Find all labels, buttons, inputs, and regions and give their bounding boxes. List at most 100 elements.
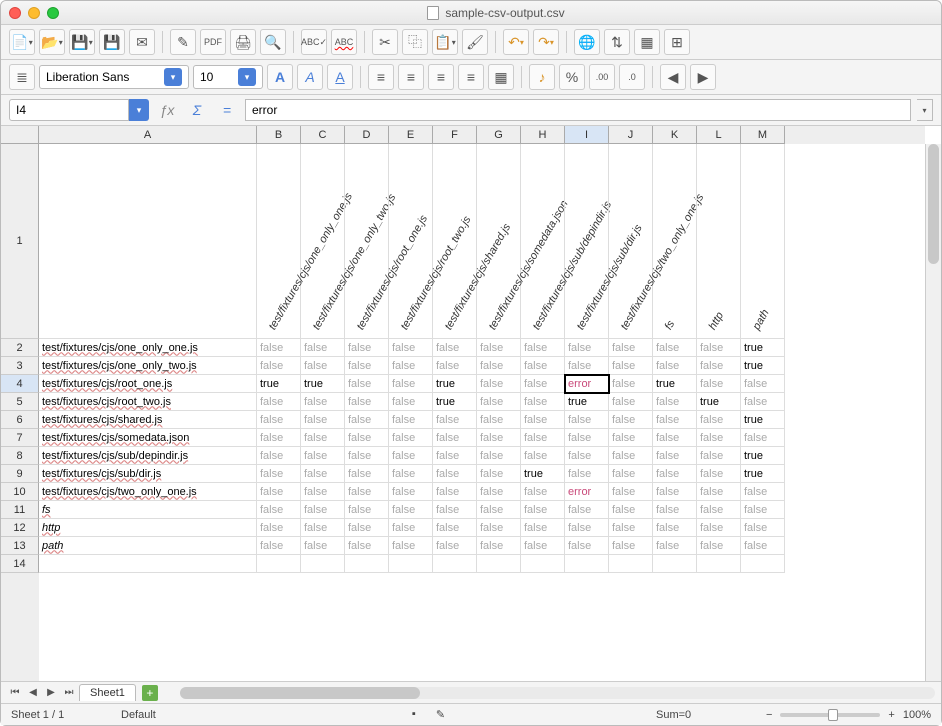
cell-H12[interactable]: false xyxy=(521,519,565,537)
cell-B14[interactable] xyxy=(257,555,301,573)
sort-button[interactable]: ⇅ xyxy=(604,29,630,55)
cell-D7[interactable]: false xyxy=(345,429,389,447)
font-name-combo[interactable]: Liberation Sans ▾ xyxy=(39,65,189,89)
cell-F14[interactable] xyxy=(433,555,477,573)
cell-J7[interactable]: false xyxy=(609,429,653,447)
spellcheck-button[interactable]: ABC✓ xyxy=(301,29,327,55)
cell-H11[interactable]: false xyxy=(521,501,565,519)
minimize-window-button[interactable] xyxy=(28,7,40,19)
cell-F9[interactable]: false xyxy=(433,465,477,483)
cell-J1[interactable]: test/fixtures/cjs/two_only_one.js xyxy=(609,144,653,339)
cell-E12[interactable]: false xyxy=(389,519,433,537)
column-header-H[interactable]: H xyxy=(521,126,565,144)
cell-D9[interactable]: false xyxy=(345,465,389,483)
cell-J5[interactable]: false xyxy=(609,393,653,411)
cell-I10[interactable]: error xyxy=(565,483,609,501)
cell-E10[interactable]: false xyxy=(389,483,433,501)
cell-I5[interactable]: true xyxy=(565,393,609,411)
cell-H4[interactable]: false xyxy=(521,375,565,393)
cell-M4[interactable]: false xyxy=(741,375,785,393)
cell-J12[interactable]: false xyxy=(609,519,653,537)
cell-K6[interactable]: false xyxy=(653,411,697,429)
cell-G1[interactable]: test/fixtures/cjs/somedata.json xyxy=(477,144,521,339)
row-header-6[interactable]: 6 xyxy=(1,411,39,429)
tab-first-button[interactable]: ⏮ xyxy=(7,685,23,701)
cell-H2[interactable]: false xyxy=(521,339,565,357)
cell-F13[interactable]: false xyxy=(433,537,477,555)
row-header-1[interactable]: 1 xyxy=(1,144,39,339)
cell-E6[interactable]: false xyxy=(389,411,433,429)
cell-H10[interactable]: false xyxy=(521,483,565,501)
cell-B8[interactable]: false xyxy=(257,447,301,465)
bold-button[interactable]: A xyxy=(267,64,293,90)
cell-J10[interactable]: false xyxy=(609,483,653,501)
cell-K13[interactable]: false xyxy=(653,537,697,555)
cell-J9[interactable]: false xyxy=(609,465,653,483)
column-header-D[interactable]: D xyxy=(345,126,389,144)
function-wizard-button[interactable]: ƒx xyxy=(155,100,179,120)
column-header-F[interactable]: F xyxy=(433,126,477,144)
cell-I12[interactable]: false xyxy=(565,519,609,537)
row-header-5[interactable]: 5 xyxy=(1,393,39,411)
cell-K12[interactable]: false xyxy=(653,519,697,537)
cell-C11[interactable]: false xyxy=(301,501,345,519)
zoom-slider[interactable] xyxy=(780,713,880,717)
column-header-L[interactable]: L xyxy=(697,126,741,144)
align-left-button[interactable]: ≡ xyxy=(368,64,394,90)
cell-G4[interactable]: false xyxy=(477,375,521,393)
cell-K10[interactable]: false xyxy=(653,483,697,501)
undo-button[interactable]: ↶▾ xyxy=(503,29,529,55)
cell-C6[interactable]: false xyxy=(301,411,345,429)
cell-F6[interactable]: false xyxy=(433,411,477,429)
column-header-M[interactable]: M xyxy=(741,126,785,144)
align-center-button[interactable]: ≡ xyxy=(398,64,424,90)
save-as-button[interactable]: 💾 xyxy=(99,29,125,55)
open-button[interactable]: 📂▾ xyxy=(39,29,65,55)
cell-I7[interactable]: false xyxy=(565,429,609,447)
row-header-9[interactable]: 9 xyxy=(1,465,39,483)
cell-L5[interactable]: true xyxy=(697,393,741,411)
select-all-corner[interactable] xyxy=(1,126,39,144)
hyperlink-button[interactable]: 🌐 xyxy=(574,29,600,55)
cell-F7[interactable]: false xyxy=(433,429,477,447)
cell-K1[interactable]: fs xyxy=(653,144,697,339)
zoom-knob[interactable] xyxy=(828,709,838,721)
cell-A12[interactable]: http xyxy=(39,519,257,537)
cell-M13[interactable]: false xyxy=(741,537,785,555)
cell-L2[interactable]: false xyxy=(697,339,741,357)
cell-B9[interactable]: false xyxy=(257,465,301,483)
cell-C4[interactable]: true xyxy=(301,375,345,393)
cell-D13[interactable]: false xyxy=(345,537,389,555)
row-header-10[interactable]: 10 xyxy=(1,483,39,501)
cell-I1[interactable]: test/fixtures/cjs/sub/dir.js xyxy=(565,144,609,339)
cell-M7[interactable]: false xyxy=(741,429,785,447)
cell-K8[interactable]: false xyxy=(653,447,697,465)
cell-K9[interactable]: false xyxy=(653,465,697,483)
cell-C3[interactable]: false xyxy=(301,357,345,375)
cell-K4[interactable]: true xyxy=(653,375,697,393)
cell-reference-box[interactable]: ▾ xyxy=(9,99,149,121)
zoom-value[interactable]: 100% xyxy=(903,709,931,721)
cell-I2[interactable]: false xyxy=(565,339,609,357)
cell-L9[interactable]: false xyxy=(697,465,741,483)
column-header-I[interactable]: I xyxy=(565,126,609,144)
cell-K2[interactable]: false xyxy=(653,339,697,357)
print-button[interactable]: 🖨 xyxy=(230,29,256,55)
cell-M12[interactable]: false xyxy=(741,519,785,537)
column-header-J[interactable]: J xyxy=(609,126,653,144)
column-header-A[interactable]: A xyxy=(39,126,257,144)
column-header-G[interactable]: G xyxy=(477,126,521,144)
cell-E4[interactable]: false xyxy=(389,375,433,393)
cell-I6[interactable]: false xyxy=(565,411,609,429)
export-pdf-button[interactable]: PDF xyxy=(200,29,226,55)
cell-G14[interactable] xyxy=(477,555,521,573)
cell-L8[interactable]: false xyxy=(697,447,741,465)
cell-I9[interactable]: false xyxy=(565,465,609,483)
cell-B4[interactable]: true xyxy=(257,375,301,393)
cell-F1[interactable]: test/fixtures/cjs/shared.js xyxy=(433,144,477,339)
edit-mode-button[interactable]: ✎ xyxy=(170,29,196,55)
merge-cells-button[interactable]: ▦ xyxy=(488,64,514,90)
save-button[interactable]: 💾▾ xyxy=(69,29,95,55)
percent-button[interactable]: % xyxy=(559,64,585,90)
cell-reference-input[interactable] xyxy=(9,99,129,121)
